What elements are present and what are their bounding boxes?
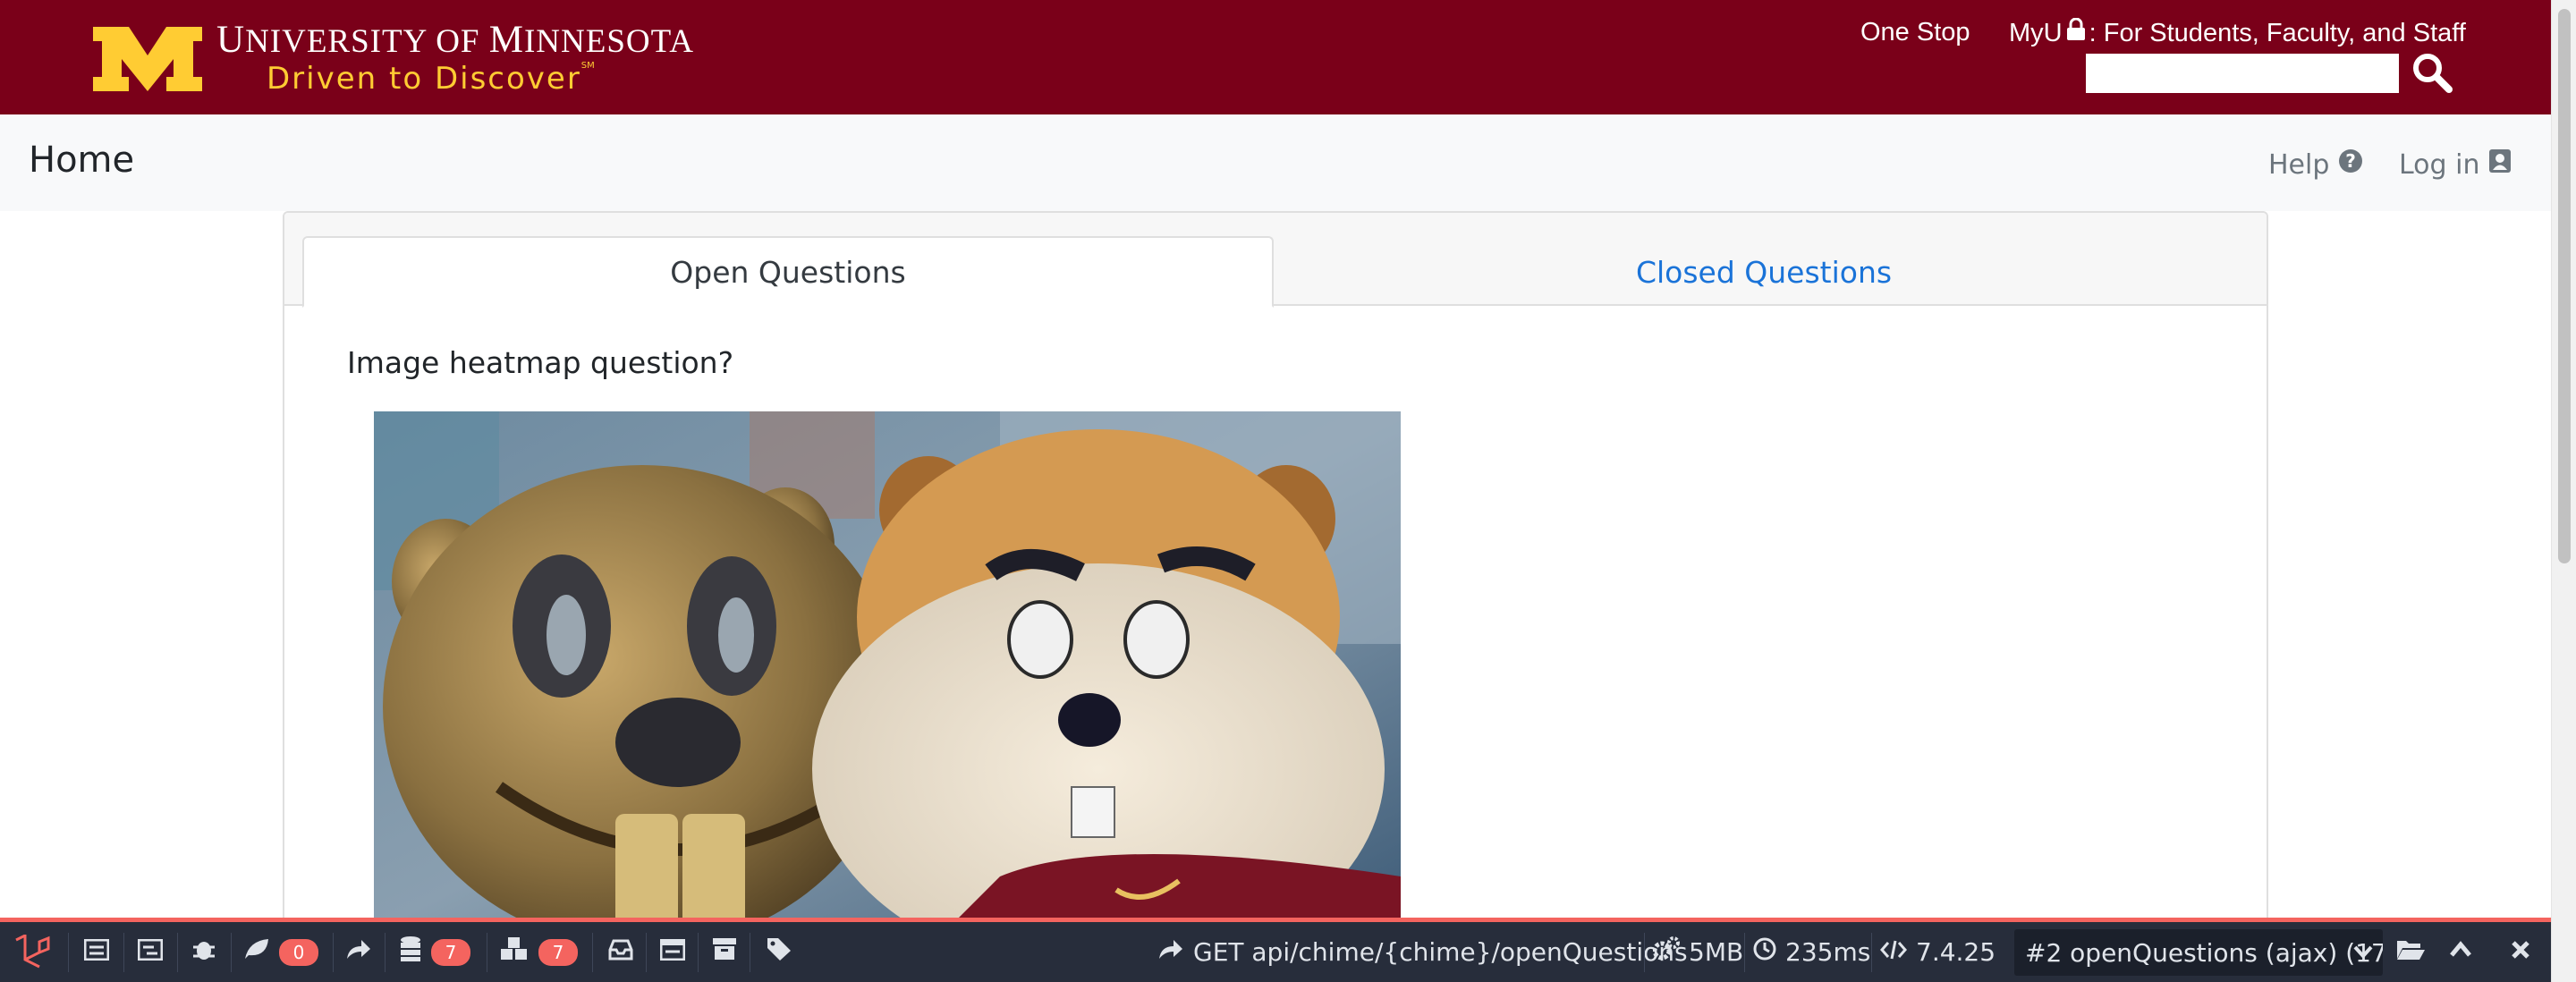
session-tab[interactable] <box>712 922 737 982</box>
questions-card: Open Questions Closed Questions Image he… <box>283 211 2268 927</box>
request-tab[interactable] <box>766 922 794 982</box>
debug-separator <box>123 933 124 972</box>
share-icon <box>1157 937 1184 967</box>
clock-icon <box>1753 937 1776 967</box>
current-request-route[interactable]: GET api/chime/{chime}/openQuestions <box>1157 922 1688 982</box>
share-icon <box>345 937 372 967</box>
request-history-select[interactable]: #2 openQuestions (ajax) (17 <box>2014 929 2383 976</box>
page-title[interactable]: Home <box>29 140 134 181</box>
tags-icon <box>766 936 794 968</box>
page-scrollbar[interactable] <box>2551 0 2576 982</box>
cubes-icon <box>499 936 530 968</box>
debug-separator <box>333 933 334 972</box>
debug-separator <box>177 933 178 972</box>
question-image[interactable] <box>374 411 1401 925</box>
folder-open-icon <box>2395 937 2426 967</box>
close-icon <box>2510 937 2531 967</box>
chevron-up-icon <box>2447 937 2474 967</box>
php-version[interactable]: 7.4.25 <box>1880 922 1996 982</box>
debug-separator <box>231 933 232 972</box>
database-icon <box>399 935 422 969</box>
queries-count-badge: 7 <box>431 938 470 966</box>
views-tab[interactable]: 0 <box>243 922 318 982</box>
page-header-bar: Home Help ? Log in <box>0 114 2551 211</box>
debug-separator <box>68 933 69 972</box>
maximize-button[interactable] <box>2447 922 2474 982</box>
close-debugbar-button[interactable] <box>2510 922 2531 982</box>
laravel-logo-icon[interactable] <box>13 922 52 982</box>
views-count-badge: 0 <box>279 938 318 966</box>
mascot-photo <box>374 411 1401 925</box>
mails-tab[interactable] <box>608 922 633 982</box>
debug-separator <box>592 933 593 972</box>
debug-separator <box>646 933 647 972</box>
archive-icon <box>712 937 737 967</box>
debug-separator <box>385 933 386 972</box>
queries-tab[interactable]: 7 <box>399 922 470 982</box>
models-tab[interactable]: 7 <box>499 922 578 982</box>
chevron-down-icon <box>2351 936 2376 973</box>
debug-toolbar: 0 7 7 GET api/chime/{chime}/openQuestion… <box>0 918 2551 982</box>
route-tab[interactable] <box>345 922 372 982</box>
list-icon <box>83 937 110 967</box>
umn-block-m-logo[interactable] <box>93 27 202 95</box>
exceptions-tab[interactable] <box>191 922 216 982</box>
university-name[interactable]: UNIVERSITY OF MINNESOTA <box>216 18 694 62</box>
code-icon <box>1880 937 1907 967</box>
request-duration[interactable]: 235ms <box>1753 922 1870 982</box>
question-circle-icon: ? <box>2338 148 2363 181</box>
timeline-tab[interactable] <box>137 922 164 982</box>
question-text: Image heatmap question? <box>347 345 734 380</box>
search-button[interactable] <box>2410 52 2454 97</box>
memory-usage[interactable]: 5MB <box>1652 922 1743 982</box>
gate-tab[interactable] <box>659 922 686 982</box>
one-stop-link[interactable]: One Stop <box>1860 18 1970 47</box>
window-icon <box>659 937 686 967</box>
messages-tab[interactable] <box>83 922 110 982</box>
tabs-bar: Open Questions Closed Questions <box>284 213 2267 308</box>
lock-icon <box>2066 17 2086 48</box>
debug-separator <box>698 933 699 972</box>
user-id-card-icon <box>2488 148 2512 181</box>
leaf-icon <box>243 937 270 967</box>
tab-closed-questions[interactable]: Closed Questions <box>1275 236 2252 308</box>
cogs-icon <box>1652 936 1680 968</box>
university-tagline: Driven to DiscoverSM <box>267 61 595 97</box>
svg-text:?: ? <box>2346 150 2357 172</box>
tab-open-questions[interactable]: Open Questions <box>302 236 1274 308</box>
bug-icon <box>191 936 216 968</box>
login-link[interactable]: Log in <box>2399 148 2512 181</box>
myu-link[interactable]: MyU : For Students, Faculty, and Staff <box>2009 17 2466 48</box>
tasks-icon <box>137 937 164 967</box>
inbox-icon <box>608 937 633 967</box>
umn-search-input[interactable] <box>2086 54 2399 93</box>
scrollbar-thumb[interactable] <box>2558 9 2571 563</box>
models-count-badge: 7 <box>538 938 578 966</box>
help-link[interactable]: Help ? <box>2268 148 2363 181</box>
open-folder-button[interactable] <box>2395 922 2426 982</box>
debug-separator <box>1644 933 1645 972</box>
search-icon <box>2411 52 2453 97</box>
umn-header: UNIVERSITY OF MINNESOTA Driven to Discov… <box>0 0 2551 114</box>
debug-separator <box>1744 933 1745 972</box>
debug-separator <box>1871 933 1872 972</box>
